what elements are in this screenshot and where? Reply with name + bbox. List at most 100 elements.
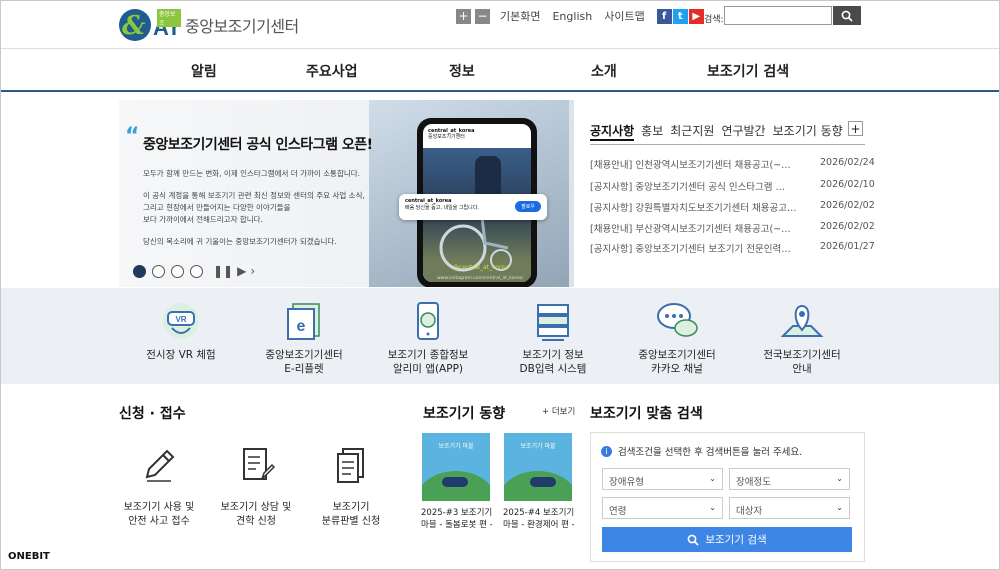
document-pen-icon bbox=[243, 448, 276, 480]
quick-menu: VR 전시장 VR 체험 e 중앙보조기기센터 E-리플렛 보조기기 종합정보 알리… bbox=[1, 288, 999, 384]
notice-title[interactable]: [공지사항] 강원특별자치도보조기기센터 채용공고… bbox=[590, 200, 797, 214]
apply-classification[interactable]: 보조기기 분류판별 신청 bbox=[301, 445, 401, 529]
trends-more-link[interactable]: + 더보기 bbox=[542, 405, 575, 417]
banner-text-1: 모두가 함께 만드는 변화, 이제 인스타그램에서 더 가까이 소통합니다. bbox=[143, 169, 361, 178]
chevron-down-icon: ⌄ bbox=[709, 474, 716, 483]
chevron-down-icon: ⌄ bbox=[836, 503, 843, 512]
e-leaflet-icon: e bbox=[287, 303, 320, 340]
tab-notice[interactable]: 공지사항 bbox=[590, 122, 635, 141]
youtube-icon[interactable]: ▶ bbox=[688, 8, 704, 24]
apply-label: 보조기기 상담 및 견학 신청 bbox=[220, 502, 292, 527]
apply-section-title: 신청 · 접수 bbox=[119, 406, 186, 422]
nav-item-notice[interactable]: 알림 bbox=[191, 61, 217, 81]
quick-center-map[interactable]: 전국보조기기센터 안내 bbox=[737, 288, 867, 376]
zoom-in-button[interactable]: + bbox=[456, 8, 471, 24]
notice-divider bbox=[590, 144, 865, 145]
notice-title[interactable]: [채용안내] 인천광역시보조기기센터 채용공고(~… bbox=[590, 157, 791, 171]
notice-tabs: 공지사항 홍보 최근지원 연구발간 보조기기 동향 bbox=[590, 122, 850, 141]
main-banner[interactable]: “ 중앙보조기기센터 공식 인스타그램 오픈! 모두가 함께 만드는 변화, 이… bbox=[119, 100, 574, 287]
quick-e-leaflet[interactable]: e 중앙보조기기센터 E-리플렛 bbox=[239, 288, 369, 376]
svg-text:e: e bbox=[297, 318, 306, 335]
trends-section-title: 보조기기 동향 bbox=[423, 406, 506, 422]
pause-icon[interactable]: ❚❚ bbox=[213, 264, 233, 278]
disability-type-select[interactable]: 장애유형 ⌄ bbox=[602, 468, 723, 490]
tab-publications[interactable]: 연구발간 bbox=[721, 122, 765, 141]
quick-label: 중앙보조기기센터 카카오 채널 bbox=[638, 349, 716, 375]
zoom-out-button[interactable]: − bbox=[475, 8, 490, 24]
finder-hint: i 검색조건을 선택한 후 검색버튼을 눌러 주세요. bbox=[601, 444, 802, 458]
quick-vr-tour[interactable]: VR 전시장 VR 체험 bbox=[116, 288, 246, 362]
nav-item-device-search[interactable]: 보조기기 검색 bbox=[707, 61, 789, 81]
notice-title[interactable]: [공지사항] 중앙보조기기센터 공식 인스타그램 … bbox=[590, 179, 785, 193]
play-icon[interactable]: ▶ bbox=[237, 264, 246, 278]
nav-item-about[interactable]: 소개 bbox=[591, 61, 617, 81]
notice-date: 2026/02/02 bbox=[820, 221, 875, 232]
notice-title[interactable]: [채용안내] 부산광역시보조기기센터 채용공고(~… bbox=[590, 221, 791, 235]
logo-mark: & AT 중앙보조 bbox=[119, 7, 181, 43]
default-view-link[interactable]: 기본화면 bbox=[500, 8, 540, 24]
follow-button: 팔로우 bbox=[515, 201, 541, 212]
quick-mobile-app[interactable]: 보조기기 종합정보 알리미 앱(APP) bbox=[363, 288, 493, 376]
slide-dot-4[interactable] bbox=[190, 264, 203, 278]
nav-item-business[interactable]: 주요사업 bbox=[306, 61, 358, 81]
site-search-button[interactable] bbox=[833, 6, 861, 25]
quick-db-system[interactable]: 보조기기 정보 DB입력 시스템 bbox=[488, 288, 618, 376]
chat-bubble-icon bbox=[657, 303, 698, 337]
thumb-title: 보조기기 마블 bbox=[520, 443, 556, 450]
english-link[interactable]: English bbox=[552, 10, 592, 23]
trend-caption[interactable]: 2025-#4 보조기기 마블 - 환경제어 편 - bbox=[503, 507, 575, 531]
trend-thumbnail[interactable]: 보조기기 마블 bbox=[504, 433, 572, 501]
notice-title[interactable]: [공지사항] 중앙보조기기센터 보조기기 전문인력… bbox=[590, 241, 791, 255]
quick-label: 전국보조기기센터 안내 bbox=[763, 349, 841, 375]
main-nav: 알림 주요사업 정보 소개 보조기기 검색 bbox=[1, 48, 999, 92]
thumb-title: 보조기기 마블 bbox=[438, 443, 474, 450]
notice-more-button[interactable]: + bbox=[848, 121, 863, 136]
notice-date: 2026/01/27 bbox=[820, 241, 875, 252]
popup-name: central_at_korea bbox=[405, 198, 452, 204]
next-arrow-icon[interactable]: › bbox=[250, 264, 255, 278]
tab-device-trends[interactable]: 보조기기 동향 bbox=[773, 122, 843, 141]
trend-caption[interactable]: 2025-#3 보조기기 마블 - 돌봄로봇 편 - bbox=[421, 507, 493, 531]
chevron-down-icon: ⌄ bbox=[709, 503, 716, 512]
map-pin-icon bbox=[780, 304, 824, 337]
notice-date: 2026/02/10 bbox=[820, 179, 875, 190]
banner-text-2b: 그리고 현장에서 만들어지는 다양한 이야기들을 bbox=[143, 203, 291, 212]
onebit-watermark: ONEBIT bbox=[8, 551, 50, 562]
age-select[interactable]: 연령 ⌄ bbox=[602, 497, 723, 519]
apply-safety-report[interactable]: 보조기기 사용 및 안전 사고 접수 bbox=[109, 445, 209, 529]
apply-consult-tour[interactable]: 보조기기 상담 및 견학 신청 bbox=[206, 445, 306, 529]
slide-dot-3[interactable] bbox=[171, 264, 184, 278]
slide-dot-1[interactable] bbox=[133, 264, 146, 278]
quick-label: 보조기기 종합정보 알리미 앱(APP) bbox=[387, 349, 469, 375]
device-search-button[interactable]: 보조기기 검색 bbox=[602, 527, 852, 552]
finder-section-title: 보조기기 맞춤 검색 bbox=[590, 406, 703, 422]
vr-headset-icon: VR bbox=[163, 303, 199, 339]
info-icon: i bbox=[601, 445, 612, 457]
banner-controls: ❚❚ ▶ › bbox=[133, 264, 255, 278]
slide-dot-2[interactable] bbox=[152, 264, 165, 278]
sitemap-link[interactable]: 사이트맵 bbox=[604, 8, 644, 24]
twitter-icon[interactable]: t bbox=[672, 8, 688, 24]
apply-label: 보조기기 분류판별 신청 bbox=[321, 502, 381, 527]
site-search-input[interactable] bbox=[724, 6, 832, 25]
facebook-icon[interactable]: f bbox=[656, 8, 672, 24]
svg-text:VR: VR bbox=[175, 315, 186, 324]
notice-date: 2026/02/02 bbox=[820, 200, 875, 211]
nav-item-info[interactable]: 정보 bbox=[449, 61, 475, 81]
tab-recent-support[interactable]: 최근지원 bbox=[670, 122, 714, 141]
disability-level-select[interactable]: 장애정도 ⌄ bbox=[729, 468, 850, 490]
apply-label: 보조기기 사용 및 안전 사고 접수 bbox=[123, 502, 195, 527]
trend-thumbnail[interactable]: 보조기기 마블 bbox=[422, 433, 490, 501]
banner-title: 중앙보조기기센터 공식 인스타그램 오픈! bbox=[143, 137, 373, 153]
tab-promotion[interactable]: 홍보 bbox=[641, 122, 663, 141]
site-logo[interactable]: & AT 중앙보조 중앙보조기기센터 bbox=[119, 7, 299, 43]
target-select[interactable]: 대상자 ⌄ bbox=[729, 497, 850, 519]
banner-text-2a: 이 공식 계정을 통해 보조기기 관련 최신 정보와 센터의 주요 사업 소식, bbox=[143, 191, 365, 200]
instagram-url: www.instagram.com/central_at_korea/ bbox=[437, 276, 524, 281]
phone-name: 중앙보조기기센터 bbox=[428, 134, 465, 140]
mobile-app-icon bbox=[417, 302, 439, 340]
quick-label: 전시장 VR 체험 bbox=[146, 349, 216, 361]
utility-bar: + − 기본화면 English 사이트맵 f t ▶ bbox=[456, 8, 705, 24]
quick-kakao-channel[interactable]: 중앙보조기기센터 카카오 채널 bbox=[612, 288, 742, 376]
quick-label: 중앙보조기기센터 E-리플렛 bbox=[265, 349, 343, 375]
